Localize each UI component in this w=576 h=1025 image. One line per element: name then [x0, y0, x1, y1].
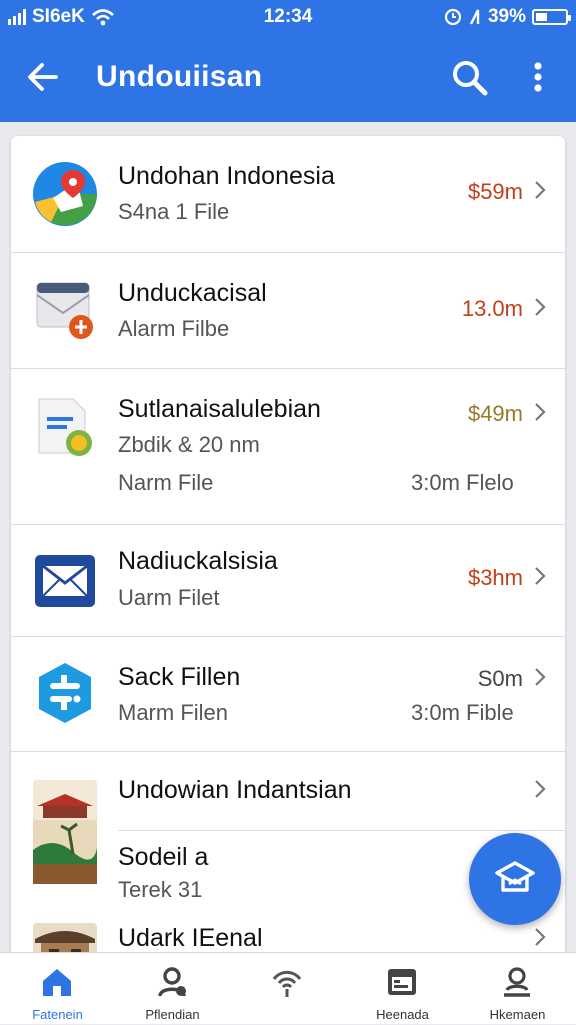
list-item[interactable]: Sutlanaisalulebian Zbdik & 20 nm Narm Fi… [11, 369, 565, 525]
back-button[interactable] [22, 56, 64, 98]
chevron-right-icon [535, 567, 546, 585]
nav-home[interactable]: Fatenein [0, 953, 115, 1025]
list-item[interactable]: Sack Fillen Marm Filen 3:0m Fible S0m [11, 637, 565, 752]
more-options-button[interactable] [520, 56, 556, 98]
list-item[interactable]: Nadiuckalsisia Uarm Filet $3hm [11, 525, 565, 637]
list-item[interactable]: Undohan Indonesia S4na 1 File $59m [11, 136, 565, 253]
chevron-right-icon [535, 668, 546, 686]
status-bar: SI6eK 12:34 39% [0, 0, 576, 34]
chevron-right-icon [535, 403, 546, 421]
nav-calendar[interactable]: Heenada [345, 953, 460, 1025]
calendar-icon [388, 969, 416, 995]
battery-percent: 39% [487, 6, 526, 27]
item-subtitle: Marm Filen [118, 700, 229, 725]
item-title: Undohan Indonesia [118, 162, 335, 190]
item-amount: S0m [477, 666, 523, 691]
location-arrow-icon [469, 9, 480, 25]
item-detail: Narm File [118, 470, 214, 495]
nav-label: Fatenein [32, 1007, 83, 1022]
list-item[interactable]: Undowian Indantsian [11, 752, 565, 884]
item-detail-right: 3:0m Flelo [411, 470, 514, 495]
envelope-icon [35, 555, 95, 607]
search-icon [453, 61, 488, 96]
battery-level [536, 13, 547, 21]
item-subtitle: Zbdik & 20 nm [118, 432, 260, 457]
toolbar: Undouiisan [0, 40, 576, 116]
chevron-right-icon [535, 298, 546, 316]
floating-action-button[interactable] [469, 833, 561, 925]
home-icon [43, 969, 71, 996]
more-vert-icon [534, 62, 542, 92]
nav-account[interactable]: Hkemaen [460, 953, 575, 1025]
chevron-right-icon [535, 780, 546, 798]
item-amount: $3hm [467, 565, 523, 590]
nav-people[interactable]: Pflendian [115, 953, 230, 1025]
item-title: Unduckacisal [118, 279, 267, 307]
nav-label: Hkemaen [489, 1007, 546, 1022]
app-bar: SI6eK 12:34 39% Undouiisan [0, 0, 576, 122]
page-title: Undouiisan [96, 60, 263, 93]
item-title: Sack Fillen [118, 663, 241, 691]
item-title: Sodeil a [118, 843, 209, 871]
item-title: Sutlanaisalulebian [118, 395, 321, 423]
chevron-right-icon [535, 928, 546, 946]
search-button[interactable] [448, 56, 490, 98]
file-list-card: Undohan Indonesia S4na 1 File $59m Unduc… [11, 136, 565, 956]
list-item[interactable]: Unduckacisal Alarm Filbe 13.0m [11, 253, 565, 369]
bottom-navigation: Fatenein Pflendian Heenada Hkemaen [0, 952, 576, 1024]
chevron-right-icon [535, 181, 546, 199]
arrow-back-icon [28, 63, 58, 91]
alarm-icon [444, 8, 462, 26]
item-subtitle: Uarm Filet [118, 585, 220, 610]
item-title: Undowian Indantsian [118, 776, 352, 804]
item-subtitle: S4na 1 File [118, 199, 230, 224]
chat-bot-icon [39, 663, 91, 723]
document-icon [38, 398, 92, 456]
person-icon [158, 967, 186, 997]
wireless-icon [272, 970, 302, 997]
account-icon [504, 967, 530, 997]
google-maps-icon [33, 162, 97, 226]
item-subtitle: Terek 31 [118, 877, 203, 902]
item-title: Udark IEenal [118, 924, 263, 952]
school-icon [495, 861, 535, 892]
nav-label: Heenada [376, 1007, 429, 1022]
list-item[interactable]: Udark IEenal [11, 916, 565, 956]
item-amount: 13.0m [461, 296, 523, 321]
item-subtitle: Alarm Filbe [118, 316, 230, 341]
battery-icon [532, 9, 571, 25]
mail-app-icon [36, 282, 93, 339]
item-amount: $59m [467, 179, 523, 204]
item-title: Nadiuckalsisia [118, 547, 278, 575]
nav-label: Pflendian [145, 1007, 200, 1022]
item-amount: $49m [467, 401, 523, 426]
item-detail-right: 3:0m Fible [411, 700, 514, 725]
nav-wireless[interactable] [230, 953, 345, 1025]
